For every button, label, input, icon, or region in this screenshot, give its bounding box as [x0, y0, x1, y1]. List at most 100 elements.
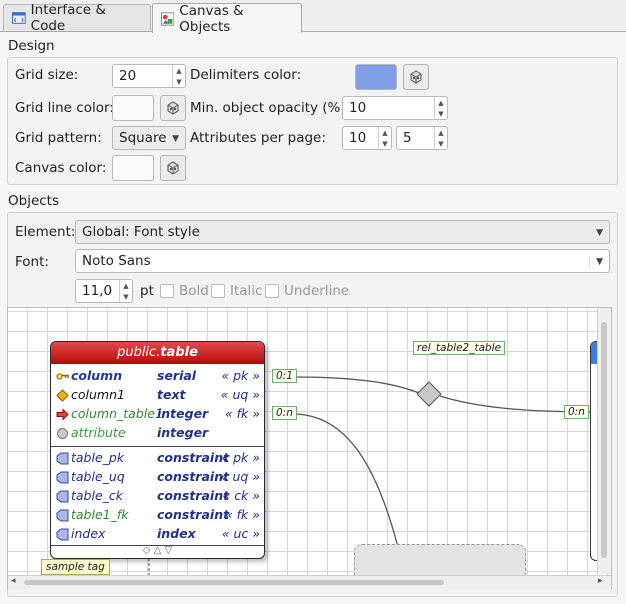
- column-name: column1: [71, 387, 125, 402]
- up-arrow-icon[interactable]: ▲: [176, 67, 181, 75]
- sample-tag[interactable]: sample tag: [41, 559, 110, 575]
- grid-pattern-value: Square: [119, 130, 167, 146]
- column-type: serial: [157, 368, 197, 383]
- min-opacity-spinbox[interactable]: 10 ▲ ▼: [342, 96, 448, 120]
- constraint-kind: « ck »: [222, 488, 261, 503]
- column-name: column_table1: [71, 406, 163, 421]
- grid-line-color-picker-button[interactable]: [160, 95, 186, 121]
- font-size-spinbox[interactable]: 11,0 ▲ ▼: [75, 279, 133, 303]
- underline-checkbox[interactable]: Underline: [265, 283, 349, 299]
- column-name: attribute: [71, 425, 126, 440]
- table-name: table: [160, 345, 198, 360]
- index-name: index: [71, 526, 106, 541]
- table-footer-toggles[interactable]: ◇ △ ▽: [51, 545, 264, 556]
- italic-checkbox[interactable]: Italic: [211, 283, 262, 299]
- checkbox-box[interactable]: [211, 284, 225, 298]
- diamond-icon: [56, 389, 69, 402]
- tab-label: Interface & Code: [30, 2, 106, 34]
- preview-canvas[interactable]: rel_table2_table 0:1 0:n 0:n public.tabl…: [7, 307, 612, 589]
- table-row[interactable]: column serial « pk »: [51, 367, 264, 386]
- element-select[interactable]: Global: Font style ▼: [75, 220, 610, 244]
- constraint-kind: « fk »: [224, 507, 260, 522]
- font-size-unit: pt: [140, 283, 154, 299]
- table-row[interactable]: index index « uc »: [51, 525, 264, 544]
- attributes-per-page-spinbox[interactable]: 10 ▲ ▼: [342, 126, 392, 150]
- spin-arrows[interactable]: ▲ ▼: [172, 65, 185, 87]
- relationship-label[interactable]: rel_table2_table: [413, 341, 506, 355]
- table-row[interactable]: attribute integer: [51, 424, 264, 443]
- underline-label: Underline: [284, 283, 350, 299]
- table-row[interactable]: column1 text « uq »: [51, 386, 264, 405]
- down-arrow-icon[interactable]: ▼: [123, 293, 128, 301]
- horizontal-scrollbar[interactable]: ◂ ▸: [8, 575, 611, 589]
- down-arrow-icon[interactable]: ▼: [382, 140, 387, 148]
- up-arrow-icon[interactable]: ▲: [382, 129, 387, 137]
- constraint-tag-icon: [56, 452, 69, 465]
- bold-label: Bold: [179, 283, 209, 299]
- canvas-color-swatch[interactable]: [112, 155, 154, 181]
- grid-line-color-label: Grid line color:: [15, 100, 114, 116]
- down-arrow-icon[interactable]: ▼: [438, 140, 443, 148]
- index-type: index: [157, 526, 196, 541]
- column-type: integer: [157, 406, 209, 421]
- constraint-name: table_ck: [71, 488, 124, 503]
- delimiters-color-swatch[interactable]: [355, 64, 397, 90]
- horizontal-scroll-thumb[interactable]: [24, 580, 444, 585]
- cardinality-label: 0:1: [272, 369, 297, 383]
- table-schema: public.: [117, 345, 161, 360]
- constraint-tag-icon: [56, 490, 69, 503]
- constraint-type: constraint: [157, 488, 230, 503]
- delimiters-color-picker-button[interactable]: [403, 64, 429, 90]
- checkbox-box[interactable]: [265, 284, 279, 298]
- table-row[interactable]: table_ck constraint « ck »: [51, 487, 264, 506]
- tab-canvas-objects[interactable]: Canvas & Objects: [152, 2, 302, 35]
- grid-line-color-swatch[interactable]: [112, 95, 154, 121]
- spin-arrows[interactable]: ▲ ▼: [119, 280, 132, 302]
- grid-size-spinbox[interactable]: 20 ▲ ▼: [112, 64, 186, 88]
- table-object[interactable]: public.table column serial « pk » column…: [50, 341, 265, 559]
- attributes-per-page-label: Attributes per page:: [190, 130, 326, 146]
- font-combobox[interactable]: Noto Sans ▼: [75, 249, 610, 273]
- constraint-name: table_pk: [71, 450, 125, 465]
- vertical-scrollbar[interactable]: [597, 308, 611, 574]
- spin-arrows[interactable]: ▲ ▼: [434, 97, 447, 119]
- objects-group-title: Objects: [8, 193, 60, 209]
- constraint-name: table_uq: [71, 469, 125, 484]
- chevron-down-icon[interactable]: ▼: [589, 257, 603, 267]
- spin-arrows[interactable]: ▲ ▼: [434, 127, 447, 149]
- element-label: Element:: [15, 224, 76, 240]
- canvas-color-picker-button[interactable]: [160, 155, 186, 181]
- table-row[interactable]: column_table1 integer « fk »: [51, 405, 264, 424]
- scroll-right-icon[interactable]: ▸: [598, 576, 603, 586]
- scroll-left-icon[interactable]: ◂: [11, 576, 16, 586]
- element-value: Global: Font style: [82, 224, 200, 240]
- up-arrow-icon[interactable]: ▲: [438, 99, 443, 107]
- table-row[interactable]: table_pk constraint « pk »: [51, 449, 264, 468]
- extended-attributes-per-page-spinbox[interactable]: 5 ▲ ▼: [396, 126, 448, 150]
- bold-checkbox[interactable]: Bold: [160, 283, 209, 299]
- min-opacity-label: Min. object opacity (%):: [190, 100, 351, 116]
- up-arrow-icon[interactable]: ▲: [123, 282, 128, 290]
- down-arrow-icon[interactable]: ▼: [176, 78, 181, 86]
- tab-interface-code[interactable]: Interface & Code: [3, 2, 151, 34]
- section-divider: [51, 446, 264, 447]
- up-arrow-icon[interactable]: ▲: [438, 129, 443, 137]
- checkbox-box[interactable]: [160, 284, 174, 298]
- table-row[interactable]: table_uq constraint « uq »: [51, 468, 264, 487]
- constraint-type: constraint: [157, 507, 230, 522]
- tab-label: Canvas & Objects: [179, 2, 244, 35]
- italic-label: Italic: [230, 283, 263, 299]
- column-type: integer: [157, 425, 209, 440]
- arrow-right-icon: [56, 408, 69, 421]
- relationship-diamond-icon[interactable]: [416, 381, 442, 407]
- index-icon: [56, 528, 69, 541]
- delimiters-color-label: Delimiters color:: [190, 67, 302, 83]
- grid-pattern-select[interactable]: Square ▼: [112, 126, 186, 150]
- table-row[interactable]: table1_fk constraint « fk »: [51, 506, 264, 525]
- font-size-value: 11,0: [82, 283, 113, 299]
- spin-arrows[interactable]: ▲ ▼: [378, 127, 391, 149]
- chevron-down-icon: ▼: [172, 134, 179, 144]
- down-arrow-icon[interactable]: ▼: [438, 110, 443, 118]
- index-kind: « uc »: [221, 526, 260, 541]
- vertical-scroll-thumb[interactable]: [601, 322, 607, 558]
